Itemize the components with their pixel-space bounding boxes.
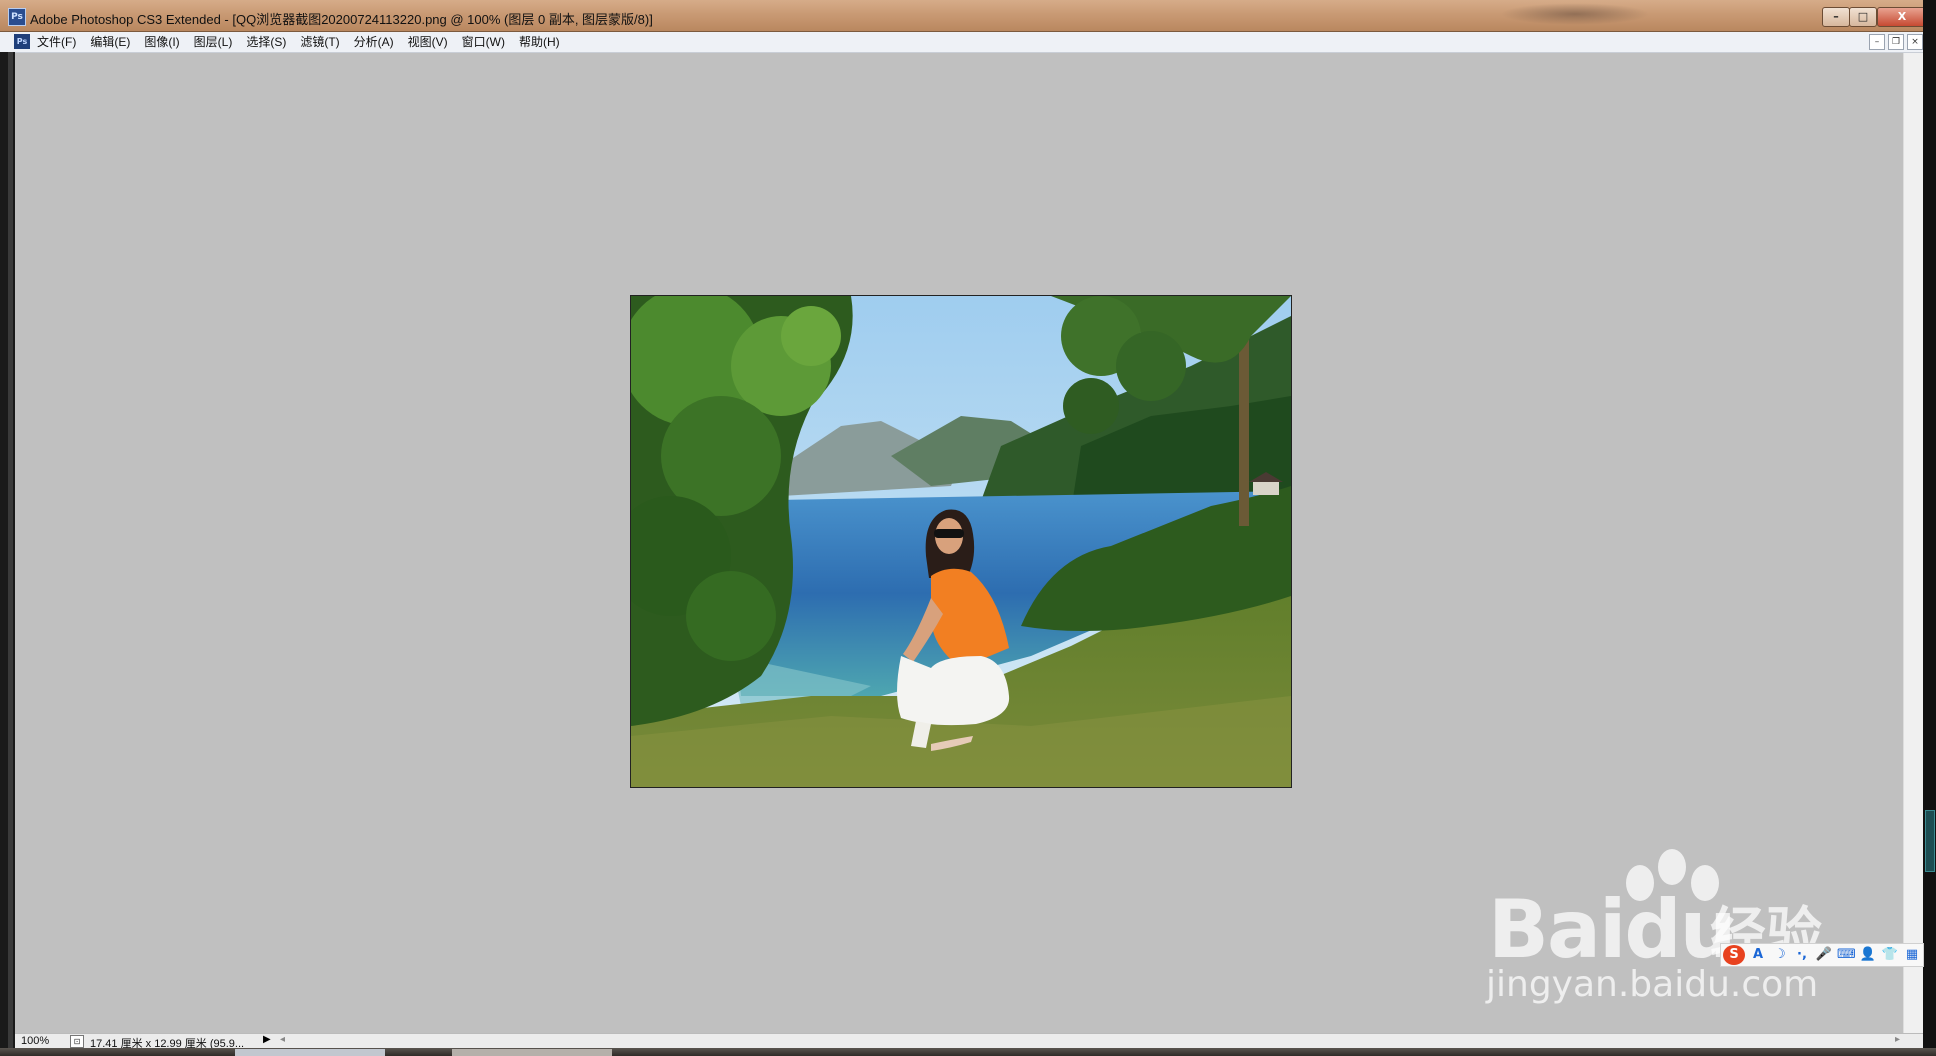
window-title: Adobe Photoshop CS3 Extended - [QQ浏览器截图2… (30, 12, 653, 27)
menu-help[interactable]: 帮助(H) (519, 32, 560, 52)
ime-mic-icon[interactable]: 🎤 (1815, 947, 1833, 963)
windows-taskbar (0, 1048, 1936, 1056)
close-button[interactable]: X (1877, 7, 1927, 27)
photoshop-app-icon: Ps (8, 8, 26, 26)
doc-info-icon[interactable]: ⊡ (70, 1035, 84, 1048)
menu-view[interactable]: 视图(V) (408, 32, 448, 52)
scroll-right-arrow[interactable]: ▸ (1895, 1034, 1900, 1045)
menu-layer[interactable]: 图层(L) (194, 32, 233, 52)
menu-analysis[interactable]: 分析(A) (354, 32, 394, 52)
sogou-logo-icon[interactable]: S (1723, 945, 1745, 965)
ime-skin-icon[interactable]: 👕 (1881, 947, 1899, 963)
doc-restore-button[interactable]: ❐ (1888, 34, 1904, 50)
menu-file[interactable]: 文件(F) (37, 32, 76, 52)
menu-items: 文件(F) 编辑(E) 图像(I) 图层(L) 选择(S) 滤镜(T) 分析(A… (37, 32, 574, 52)
ime-moon-icon[interactable]: ☽ (1771, 947, 1789, 963)
ime-mode-icon[interactable]: A (1749, 947, 1767, 963)
menu-bar: Ps 文件(F) 编辑(E) 图像(I) 图层(L) 选择(S) 滤镜(T) 分… (0, 32, 1936, 53)
watermark-url: jingyan.baidu.com (1486, 964, 1819, 1005)
ime-punctuation-icon[interactable]: ·, (1793, 947, 1811, 963)
menu-select[interactable]: 选择(S) (246, 32, 286, 52)
ime-grid-icon[interactable]: ▦ (1903, 947, 1921, 963)
menu-image[interactable]: 图像(I) (144, 32, 179, 52)
left-edge (0, 52, 15, 1056)
ime-user-icon[interactable]: 👤 (1859, 947, 1877, 963)
right-edge (1923, 0, 1936, 1056)
title-bar: Ps Adobe Photoshop CS3 Extended - [QQ浏览器… (0, 0, 1936, 32)
ime-keyboard-icon[interactable]: ⌨ (1837, 947, 1856, 963)
doc-close-button[interactable]: × (1907, 34, 1923, 50)
menu-edit[interactable]: 编辑(E) (90, 32, 130, 52)
baidu-jingyan-watermark: Baidu 经验 jingyan.baidu.com (1480, 845, 1850, 1025)
side-indicator (1925, 810, 1935, 872)
menu-window[interactable]: 窗口(W) (462, 32, 505, 52)
vertical-scrollbar[interactable] (1903, 53, 1924, 1033)
image-canvas[interactable] (630, 295, 1292, 788)
landscape-photo (631, 296, 1291, 787)
watermark-brand: Baidu (1488, 883, 1737, 976)
scroll-left-arrow[interactable]: ◂ (280, 1034, 285, 1045)
doc-minimize-button[interactable]: – (1869, 34, 1885, 50)
document-icon[interactable]: Ps (14, 34, 30, 49)
maximize-button[interactable]: □ (1849, 7, 1877, 27)
menu-filter[interactable]: 滤镜(T) (300, 32, 339, 52)
status-menu-arrow[interactable]: ▶ (263, 1034, 271, 1045)
zoom-level[interactable]: 100% (21, 1035, 49, 1047)
status-bar: 100% ⊡ 17.41 厘米 x 12.99 厘米 (95.9... ▶ ◂ … (15, 1033, 1923, 1050)
ime-toolbar: S A ☽ ·, 🎤 ⌨ 👤 👕 ▦ (1720, 943, 1924, 967)
minimize-button[interactable]: – (1822, 7, 1850, 27)
